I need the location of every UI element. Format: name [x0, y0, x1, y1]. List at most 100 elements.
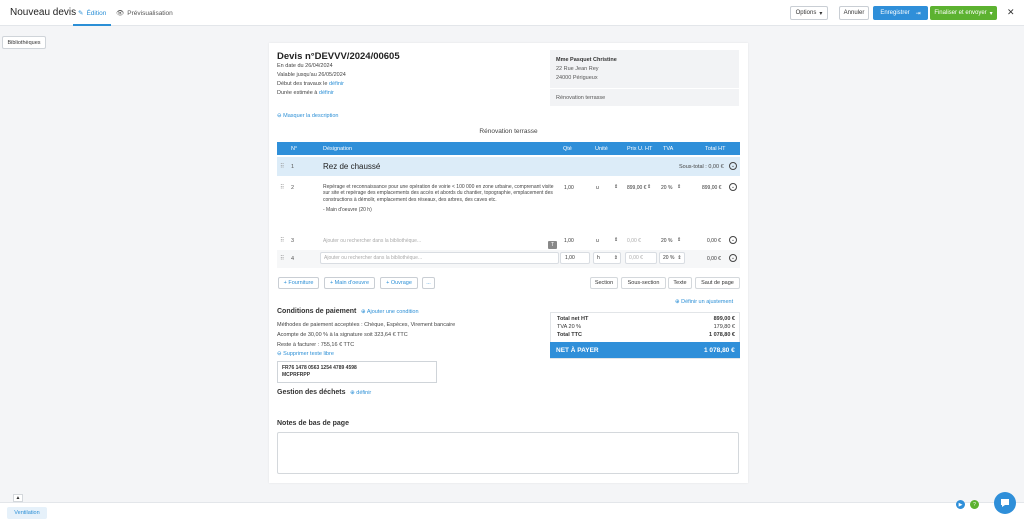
item-qty[interactable]: 1,00	[560, 252, 590, 264]
drag-handle-icon[interactable]: ⠿	[280, 255, 284, 262]
options-button[interactable]: Options ▾	[790, 6, 828, 20]
drag-handle-icon[interactable]: ⠿	[280, 184, 284, 191]
unit-select-icon: ⇕	[613, 255, 618, 261]
chat-icon[interactable]	[994, 492, 1016, 514]
item-qty[interactable]: 1,00	[564, 185, 574, 191]
chevron-down-icon[interactable]: ⌄	[729, 183, 737, 191]
item-description[interactable]: Repérage et reconnaissance pour une opér…	[323, 184, 557, 214]
format-badge[interactable]: T	[548, 241, 557, 249]
add-supply-button[interactable]: + Fourniture	[278, 277, 319, 289]
row-number: 4	[291, 256, 295, 262]
help-icon[interactable]: ?	[970, 500, 979, 509]
unit-select-icon: ⇕	[614, 184, 619, 190]
estimated-duration: Durée estimée à définir	[277, 90, 334, 96]
row-number: 3	[291, 238, 295, 244]
plus-circle-icon: ⊕	[361, 309, 366, 315]
add-work-button[interactable]: + Ouvrage	[380, 277, 418, 289]
client-name: Mme Pasquet Christine	[556, 57, 617, 63]
item-vat[interactable]: 20 %	[661, 185, 672, 191]
add-text-button[interactable]: Texte	[668, 277, 692, 289]
waste-management-header: Gestion des déchets ⊕ définir	[277, 389, 371, 396]
drag-handle-icon[interactable]: ⠿	[280, 163, 284, 170]
top-bar: Nouveau devis ✎ Édition 👁 Prévisualisati…	[0, 0, 1024, 26]
duration-label: Durée estimée à	[277, 90, 318, 96]
col-qty: Qté	[563, 146, 572, 152]
total-net-ht-row: Total net HT 899,00 €	[557, 316, 735, 322]
page-title: Nouveau devis	[10, 7, 77, 18]
play-icon[interactable]: ▶	[956, 500, 965, 509]
define-adjustment-link[interactable]: ⊕ Définir un ajustement	[675, 299, 733, 305]
item-search-input[interactable]: Ajouter ou rechercher dans la bibliothèq…	[323, 238, 421, 244]
net-to-pay-value: 1 078,80 €	[704, 347, 735, 354]
item-vat[interactable]: 20 %	[661, 238, 672, 244]
item-unit[interactable]: u	[596, 185, 599, 191]
item-unit: h	[597, 255, 600, 261]
delete-free-text-link[interactable]: ⊖ Supprimer texte libre	[277, 351, 334, 357]
duration-define-link[interactable]: définir	[319, 90, 334, 96]
item-unit-select[interactable]: h ⇕	[593, 252, 621, 264]
more-button[interactable]: ...	[422, 277, 435, 289]
add-labor-button[interactable]: + Main d'oeuvre	[324, 277, 375, 289]
quote-document: Devis n°DEVVV/2024/00605 En date du 26/0…	[269, 43, 748, 483]
project-name[interactable]: Rénovation terrasse	[550, 89, 739, 106]
delete-free-text-label: Supprimer texte libre	[283, 351, 334, 357]
add-page-break-button[interactable]: Saut de page	[695, 277, 740, 289]
libraries-button[interactable]: Bibliothèques	[2, 36, 46, 49]
add-condition-link[interactable]: ⊕ Ajouter une condition	[361, 309, 419, 315]
total-net-ht-value: 899,00 €	[713, 316, 735, 322]
finalize-button[interactable]: Finaliser et envoyer ▾	[930, 6, 997, 20]
waste-define-link[interactable]: ⊕ définir	[350, 390, 371, 396]
vat-label: TVA 20 %	[557, 324, 582, 330]
minus-circle-icon: ⊖	[277, 351, 282, 357]
item-price[interactable]: 0,00 €	[625, 252, 657, 264]
hide-description-link[interactable]: ⊖ Masquer la description	[277, 113, 338, 119]
net-to-pay-label: NET À PAYER	[556, 347, 599, 354]
drag-handle-icon[interactable]: ⠿	[280, 237, 284, 244]
bank-details-box[interactable]: FR76 1478 0563 1254 4789 4598 MCPRFRPP	[277, 361, 437, 383]
client-city: 24000 Périgueux	[556, 75, 598, 81]
item-total: 0,00 €	[707, 256, 721, 262]
add-section-button[interactable]: Section	[590, 277, 618, 289]
chevron-down-icon[interactable]: ⌄	[729, 236, 737, 244]
add-subsection-button[interactable]: Sous-section	[621, 277, 666, 289]
item-search-input[interactable]: Ajouter ou rechercher dans la bibliothèq…	[320, 252, 559, 264]
remaining-text: Reste à facturer : 755,16 € TTC	[277, 342, 355, 348]
plus-circle-icon: ⊕	[350, 390, 355, 396]
payment-conditions-title: Conditions de paiement	[277, 308, 357, 315]
start-define-link[interactable]: définir	[329, 81, 344, 87]
col-unit-price: Prix U. HT	[627, 146, 653, 152]
quote-date: En date du 26/04/2024	[277, 63, 333, 69]
item-price[interactable]: 0,00 €	[627, 238, 641, 244]
total-ttc-value: 1 078,80 €	[709, 332, 735, 338]
chevron-down-icon[interactable]: ⌄	[729, 162, 737, 170]
vat-value: 179,80 €	[713, 324, 735, 330]
close-icon[interactable]: ✕	[1007, 7, 1015, 18]
footer-notes-input[interactable]	[277, 432, 739, 474]
start-label: Début des travaux le	[277, 81, 328, 87]
total-net-ht-label: Total net HT	[557, 316, 589, 322]
cancel-button[interactable]: Annuler	[839, 6, 869, 20]
client-box[interactable]: Mme Pasquet Christine 22 Rue Jean Rey 24…	[550, 50, 739, 88]
chevron-up-icon[interactable]: ▲	[13, 494, 23, 502]
bottom-bar	[0, 502, 1024, 522]
col-vat: TVA	[663, 146, 674, 152]
item-vat-select[interactable]: 20 % ⇕	[659, 252, 685, 264]
item-unit[interactable]: u	[596, 238, 599, 244]
net-to-pay-bar: NET À PAYER 1 078,80 €	[550, 342, 740, 358]
quote-title[interactable]: Rénovation terrasse	[269, 128, 748, 135]
vat-row: TVA 20 % 179,80 €	[557, 324, 735, 330]
tab-edit[interactable]: ✎ Édition	[78, 9, 106, 18]
ventilation-button[interactable]: Ventilation	[7, 507, 47, 519]
section-title[interactable]: Rez de chaussé	[323, 162, 380, 171]
section-subtotal: Sous-total : 0,00 €	[679, 164, 724, 170]
waste-define-label: définir	[356, 390, 372, 396]
add-condition-label: Ajouter une condition	[366, 309, 419, 315]
section-row[interactable]: ⠿ 1 Rez de chaussé Sous-total : 0,00 € ⌄	[277, 157, 740, 176]
item-qty[interactable]: 1,00	[564, 238, 574, 244]
chevron-down-icon[interactable]: ⌄	[729, 254, 737, 262]
footer-notes-title: Notes de bas de page	[277, 420, 349, 427]
item-price[interactable]: 899,00 €	[627, 185, 646, 191]
save-button[interactable]: Enregistrer ⇥	[873, 6, 928, 20]
tab-preview[interactable]: 👁 Prévisualisation	[116, 9, 173, 18]
price-stepper-icon: ⇕	[647, 184, 652, 190]
